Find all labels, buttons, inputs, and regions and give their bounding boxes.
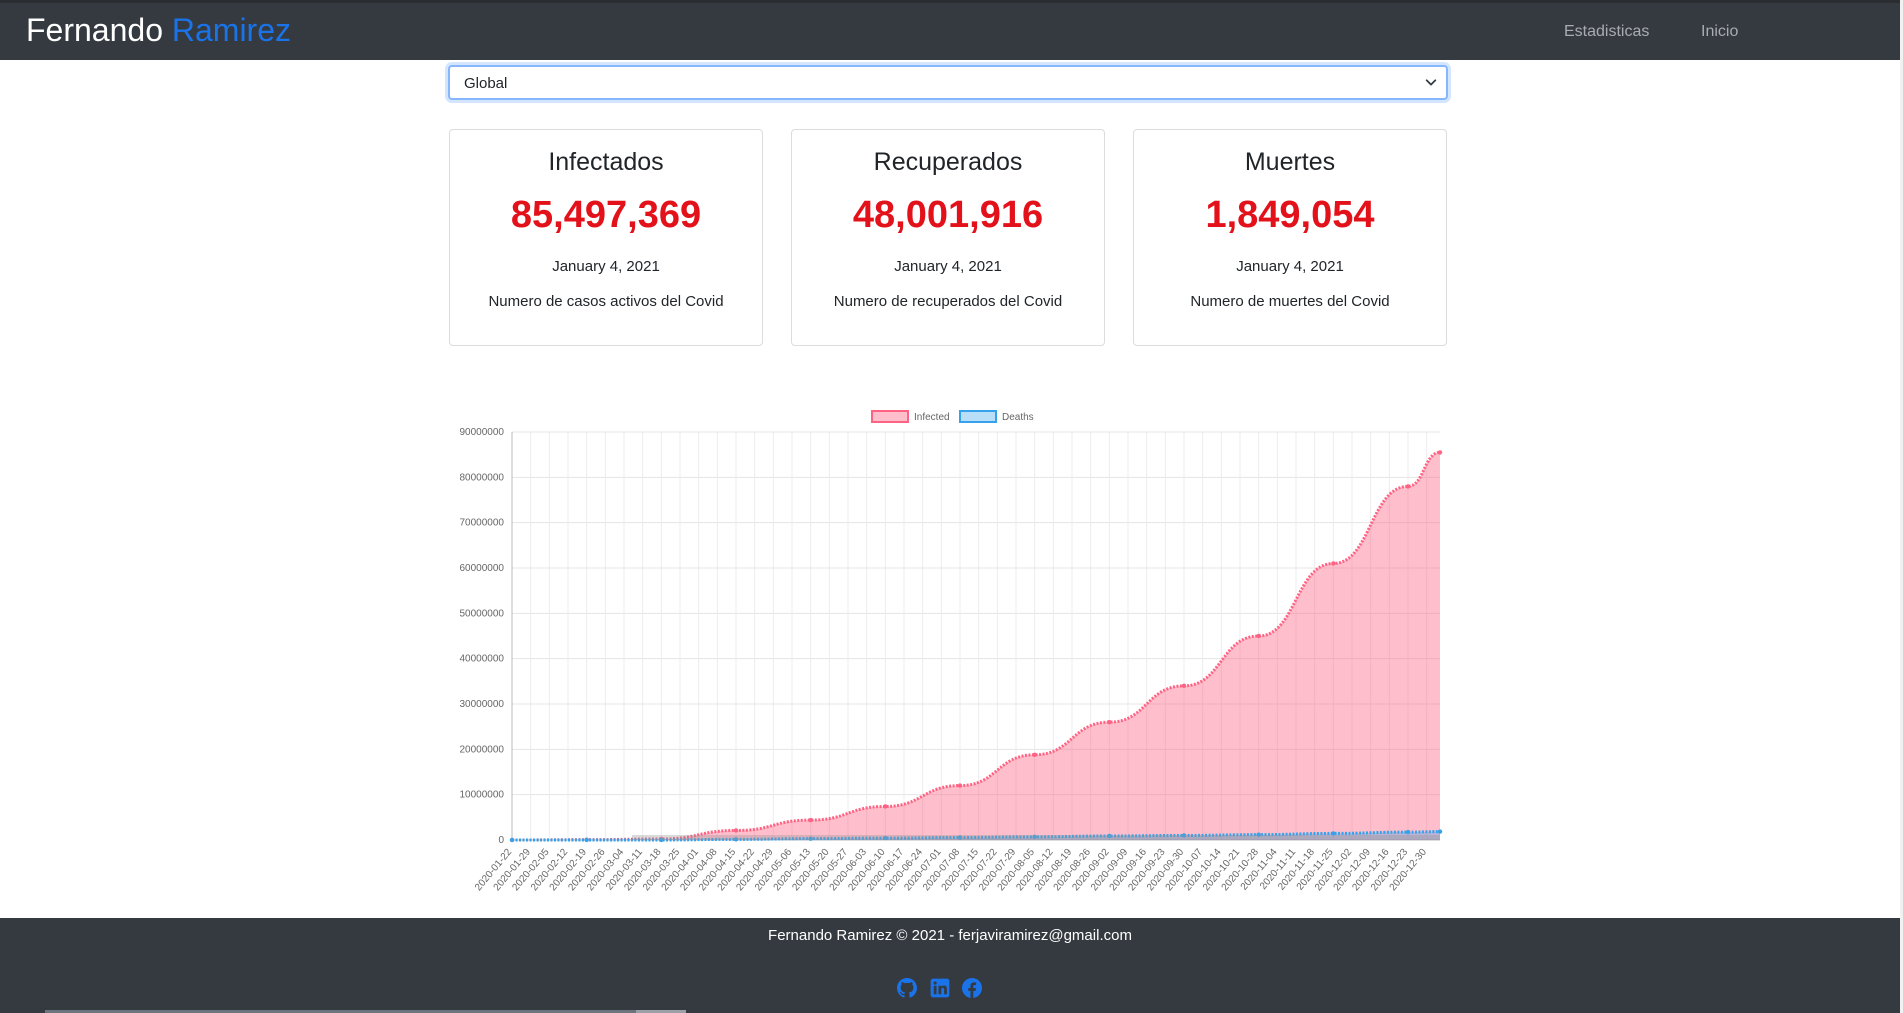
card-value: 48,001,916 (852, 194, 1044, 236)
nav-link-inicio[interactable]: Inicio (1701, 23, 1738, 41)
card-title: Recuperados (873, 148, 1023, 176)
legend-label-infected: Infected (914, 412, 950, 423)
data-point-infected (1032, 752, 1037, 757)
y-tick-label: 40000000 (460, 654, 505, 665)
card-date: January 4, 2021 (552, 258, 660, 275)
legend-label-deaths: Deaths (1002, 412, 1034, 423)
data-point-infected (883, 804, 888, 809)
footer-text: Fernando Ramirez © 2021 - ferjaviramirez… (768, 927, 1132, 944)
country-select[interactable]: Global (448, 65, 1448, 100)
deaths-card: Muertes 1,849,054 January 4, 2021 Numero… (1133, 129, 1447, 346)
data-point-infected (1181, 683, 1187, 689)
y-tick-label: 60000000 (460, 563, 505, 574)
series-area-infected (512, 452, 1440, 840)
card-value: 1,849,054 (1205, 194, 1375, 236)
data-point-deaths (1405, 829, 1411, 835)
data-point-deaths (509, 837, 515, 843)
facebook-icon[interactable] (962, 978, 982, 998)
nav-link-estadisticas[interactable]: Estadisticas (1564, 23, 1649, 41)
infected-card: Infectados 85,497,369 January 4, 2021 Nu… (449, 129, 763, 346)
chevron-down-icon (1425, 79, 1437, 86)
y-tick-label: 90000000 (460, 427, 505, 438)
card-title: Muertes (1244, 148, 1336, 176)
y-tick-label: 0 (498, 835, 504, 846)
covid-area-chart: 0 10000000 20000000 30000000 40000000 5000000… (460, 410, 1443, 893)
card-title: Infectados (548, 148, 664, 176)
brand-logo[interactable]: Fernando Ramirez (26, 12, 291, 49)
brand-first-name: Fernando (26, 12, 163, 48)
navbar: Fernando Ramirez Estadisticas Inicio (0, 0, 1900, 60)
data-point-infected (808, 817, 813, 823)
data-point-deaths (584, 837, 589, 843)
covid-chart: 0 10000000 20000000 30000000 40000000 5000000… (440, 400, 1450, 910)
y-tick-label: 20000000 (460, 744, 505, 755)
data-point-infected (1405, 484, 1411, 489)
card-value: 85,497,369 (510, 194, 702, 236)
card-description: Numero de recuperados del Covid (833, 293, 1063, 310)
linkedin-icon[interactable] (930, 978, 950, 998)
card-description: Numero de casos activos del Covid (488, 293, 724, 310)
data-point-infected (733, 828, 739, 833)
data-point-deaths (1331, 831, 1336, 836)
legend-swatch-infected (871, 410, 909, 423)
recovered-card: Recuperados 48,001,916 January 4, 2021 N… (791, 129, 1105, 346)
y-tick-label: 10000000 (460, 790, 505, 801)
data-point-infected (1437, 450, 1443, 455)
baseline-band (632, 835, 1440, 840)
card-date: January 4, 2021 (1236, 258, 1344, 275)
country-select-value: Global (464, 75, 508, 92)
data-point-deaths (1437, 829, 1443, 834)
footer: Fernando Ramirez © 2021 - ferjaviramirez… (0, 918, 1900, 1013)
data-point-infected (1331, 561, 1336, 566)
data-point-infected (957, 783, 963, 788)
y-tick-label: 50000000 (460, 608, 505, 619)
y-tick-label: 70000000 (460, 518, 505, 529)
card-description: Numero de muertes del Covid (1190, 293, 1390, 310)
card-date: January 4, 2021 (894, 258, 1002, 275)
y-tick-label: 80000000 (460, 472, 505, 483)
legend-swatch-deaths (959, 410, 997, 423)
nav-links: Estadisticas Inicio (1500, 23, 1900, 47)
brand-last-name: Ramirez (171, 12, 291, 48)
github-icon[interactable] (897, 978, 917, 998)
data-point-infected (1256, 633, 1261, 639)
data-point-infected (1107, 719, 1112, 725)
y-tick-label: 30000000 (460, 699, 505, 710)
